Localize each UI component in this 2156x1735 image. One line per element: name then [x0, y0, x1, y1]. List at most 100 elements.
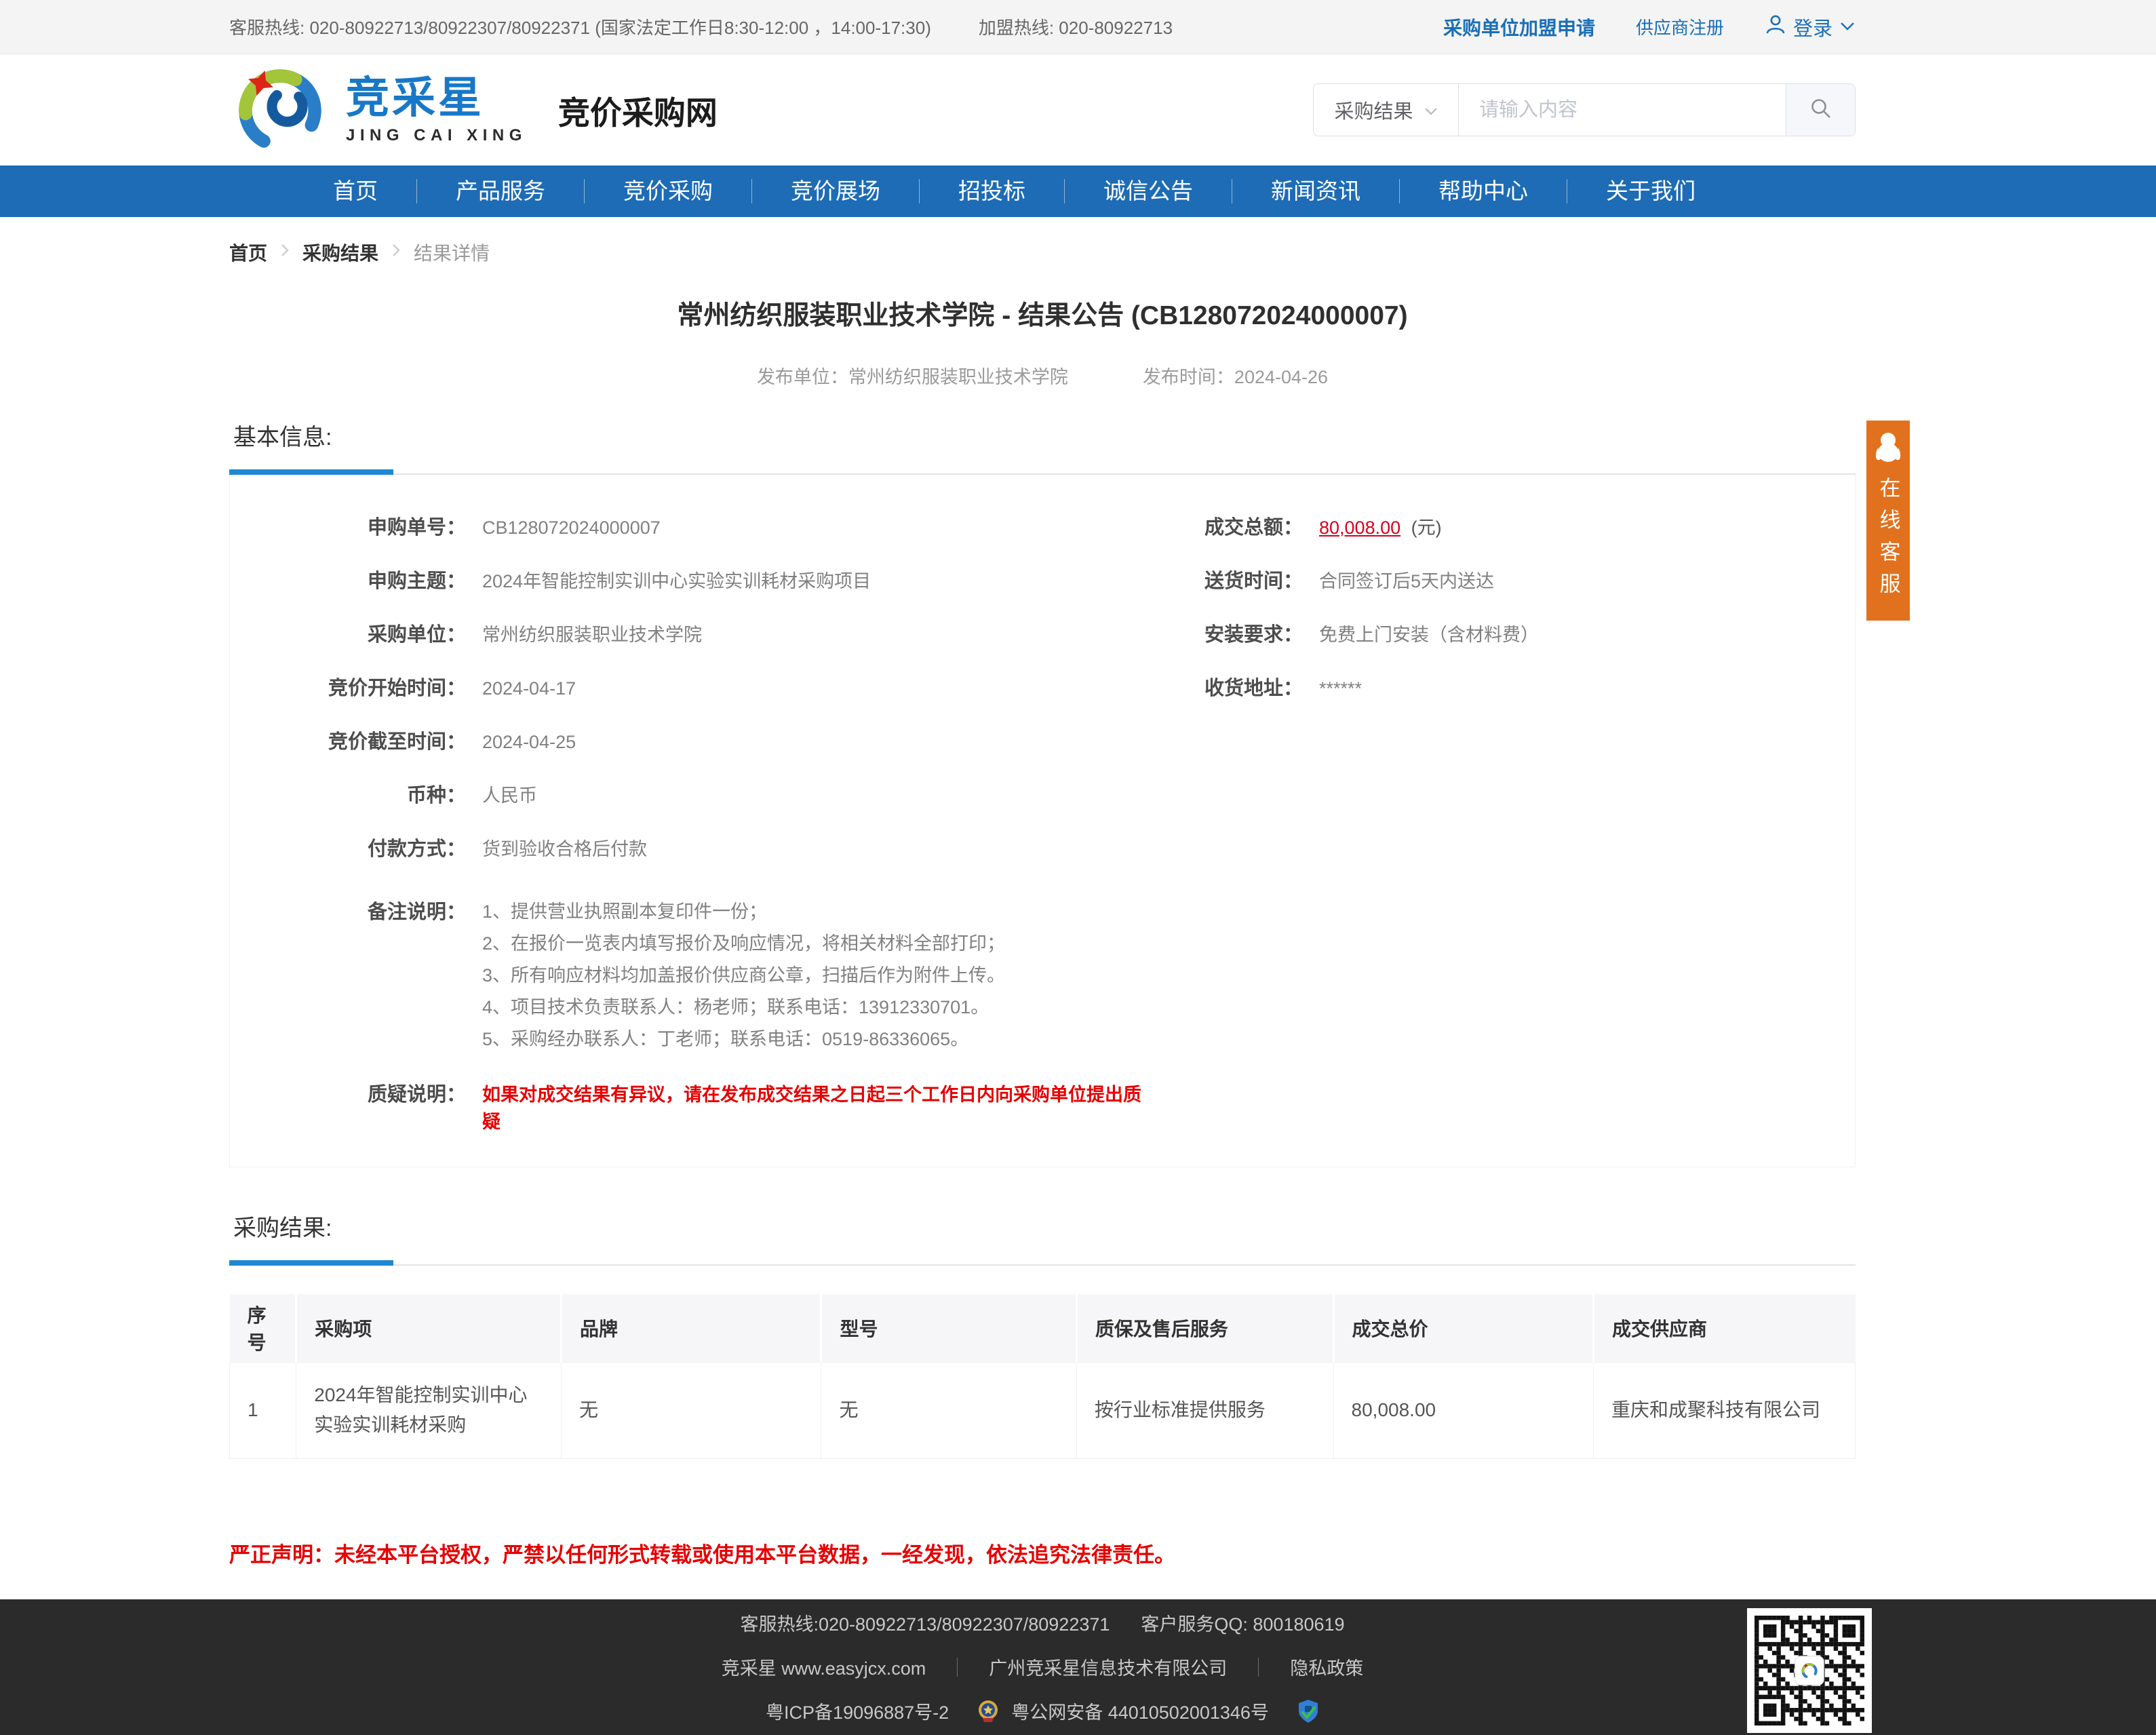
online-service-widget[interactable]: 在线客服: [1866, 421, 1910, 621]
field-value: ******: [1303, 675, 1362, 702]
cell-index: 1: [230, 1362, 296, 1458]
col-index: 序号: [230, 1294, 296, 1362]
field-label: 成交总额：: [1152, 514, 1303, 541]
nav-item-bidding[interactable]: 竞价采购: [585, 165, 751, 217]
field-label: 备注说明：: [230, 899, 466, 926]
basic-info-section: 基本信息: 申购单号： CB128072024000007 申购主题： 2024…: [229, 418, 1856, 1167]
login-label: 登录: [1793, 13, 1832, 41]
col-supplier: 成交供应商: [1594, 1294, 1856, 1362]
field-label: 竞价开始时间：: [230, 675, 466, 702]
breadcrumb-home[interactable]: 首页: [229, 239, 267, 266]
remark-line: 1、提供营业执照副本复印件一份；: [482, 899, 1005, 924]
nav-item-products[interactable]: 产品服务: [417, 165, 584, 217]
chevron-down-icon: [1424, 99, 1438, 121]
logo-en-text: JING CAI XING: [346, 128, 527, 144]
breadcrumb-current: 结果详情: [414, 239, 490, 266]
basic-info-heading: 基本信息:: [233, 418, 1856, 452]
nav-item-about[interactable]: 关于我们: [1567, 165, 1734, 217]
field-currency: 币种： 人民币: [230, 782, 1152, 836]
cell-brand: 无: [561, 1362, 821, 1458]
result-heading: 采购结果:: [233, 1209, 1856, 1243]
page-title: 常州纺织服装职业技术学院 - 结果公告 (CB128072024000007): [229, 294, 1856, 332]
publisher-text: 发布单位：常州纺织服装职业技术学院: [757, 362, 1068, 389]
field-end-time: 竞价截至时间： 2024-04-25: [230, 728, 1152, 782]
remark-line: 5、采购经办联系人：丁老师；联系电话：0519-86336065。: [482, 1026, 1005, 1052]
field-address: 收货地址： ******: [1152, 675, 1855, 728]
field-dispute: 质疑说明： 如果对成交结果有异议，请在发布成交结果之日起三个工作日内向采购单位提…: [230, 1081, 1152, 1135]
field-install: 安装要求： 免费上门安装（含材料费）: [1152, 621, 1855, 675]
search-icon: [1809, 96, 1833, 124]
join-hotline-text: 加盟热线: 020-80922713: [979, 14, 1173, 39]
nav-item-news[interactable]: 新闻资讯: [1232, 165, 1399, 217]
field-label: 收货地址：: [1152, 675, 1303, 702]
field-purchaser: 采购单位： 常州纺织服装职业技术学院: [230, 621, 1152, 675]
field-delivery-time: 送货时间： 合同签订后5天内送达: [1152, 568, 1855, 621]
field-value: 2024年智能控制实训中心实验实训耗材采购项目: [466, 568, 871, 595]
supplier-register-link[interactable]: 供应商注册: [1636, 14, 1724, 39]
footer-divider: [1258, 1658, 1259, 1677]
footer-privacy-link[interactable]: 隐私政策: [1290, 1654, 1363, 1680]
result-section: 采购结果: 序号 采购项 品牌 型号 质保及售后服务 成交总价 成交供应商: [229, 1209, 1856, 1459]
table-header-row: 序号 采购项 品牌 型号 质保及售后服务 成交总价 成交供应商: [230, 1294, 1856, 1362]
search-bar: 采购结果: [1313, 83, 1856, 136]
cell-item: 2024年智能控制实训中心实验实训耗材采购: [296, 1362, 562, 1458]
qr-code: [1747, 1608, 1872, 1733]
nav-item-help[interactable]: 帮助中心: [1400, 165, 1567, 217]
cell-total-price: 80,008.00: [1333, 1362, 1594, 1458]
nav-item-tender[interactable]: 招投标: [920, 165, 1064, 217]
purchaser-apply-link[interactable]: 采购单位加盟申请: [1443, 14, 1595, 41]
qq-penguin-icon: [1873, 431, 1903, 467]
field-label: 送货时间：: [1152, 568, 1303, 595]
cell-supplier: 重庆和成聚科技有限公司: [1594, 1362, 1856, 1458]
breadcrumb-results[interactable]: 采购结果: [302, 239, 378, 266]
cell-warranty: 按行业标准提供服务: [1076, 1362, 1333, 1458]
field-label: 质疑说明：: [230, 1081, 466, 1108]
main-content: 首页 采购结果 结果详情 常州纺织服装职业技术学院 - 结果公告 (CB1280…: [229, 239, 1856, 1568]
field-payment: 付款方式： 货到验收合格后付款: [230, 836, 1152, 889]
top-bar: 客服热线: 020-80922713/80922307/80922371 (国家…: [0, 0, 2156, 54]
site-header: 竞采星 JING CAI XING 竞价采购网 采购结果: [0, 54, 2156, 165]
chevron-right-icon: [279, 241, 290, 263]
search-category-label: 采购结果: [1334, 96, 1413, 124]
col-item: 采购项: [296, 1294, 562, 1362]
footer-icp: 粤ICP备19096887号-2: [766, 1698, 949, 1724]
nav-item-home[interactable]: 首页: [294, 165, 416, 217]
legal-statement: 严正声明：未经本平台授权，严禁以任何形式转载或使用本平台数据，一经发现，依法追究…: [229, 1538, 1856, 1568]
section-rule: [229, 1260, 1856, 1266]
nav-item-exhibition[interactable]: 竞价展场: [752, 165, 919, 217]
field-value: 合同签订后5天内送达: [1303, 568, 1494, 595]
nav-item-integrity[interactable]: 诚信公告: [1065, 165, 1232, 217]
field-total-amount: 成交总额： 80,008.00 (元): [1152, 514, 1855, 568]
site-name: 竞价采购网: [558, 87, 718, 134]
deal-amount-link[interactable]: 80,008.00: [1319, 518, 1400, 538]
field-value: 免费上门安装（含材料费）: [1303, 621, 1539, 648]
field-start-time: 竞价开始时间： 2024-04-17: [230, 675, 1152, 728]
field-label: 采购单位：: [230, 621, 466, 648]
dispute-text: 如果对成交结果有异议，请在发布成交结果之日起三个工作日内向采购单位提出质疑: [466, 1081, 1152, 1135]
field-order-no: 申购单号： CB128072024000007: [230, 514, 1152, 568]
login-button[interactable]: 登录: [1765, 13, 1856, 41]
result-table: 序号 采购项 品牌 型号 质保及售后服务 成交总价 成交供应商 1 2024年智…: [229, 1294, 1856, 1459]
remark-lines: 1、提供营业执照副本复印件一份； 2、在报价一览表内填写报价及响应情况，将相关材…: [466, 899, 1005, 1058]
field-label: 安装要求：: [1152, 621, 1303, 648]
table-row: 1 2024年智能控制实训中心实验实训耗材采购 无 无 按行业标准提供服务 80…: [230, 1362, 1856, 1458]
site-logo[interactable]: 竞采星 JING CAI XING: [229, 58, 527, 163]
footer-police: 粤公网安备 44010502001346号: [1011, 1698, 1269, 1724]
cell-model: 无: [821, 1362, 1076, 1458]
service-hotline-text: 客服热线: 020-80922713/80922307/80922371 (国家…: [229, 14, 931, 39]
footer-hotline: 客服热线:020-80922713/80922307/80922371: [740, 1610, 1110, 1636]
search-input[interactable]: [1459, 84, 1786, 136]
remark-line: 2、在报价一览表内填写报价及响应情况，将相关材料全部打印；: [482, 931, 1005, 956]
basic-info-panel: 申购单号： CB128072024000007 申购主题： 2024年智能控制实…: [229, 475, 1856, 1167]
field-remarks: 备注说明： 1、提供营业执照副本复印件一份； 2、在报价一览表内填写报价及响应情…: [230, 899, 1152, 1058]
search-button[interactable]: [1786, 84, 1855, 136]
logo-swirl-icon: [229, 58, 331, 163]
col-model: 型号: [821, 1294, 1076, 1362]
search-category-select[interactable]: 采购结果: [1314, 84, 1459, 136]
remark-line: 3、所有响应材料均加盖报价供应商公章，扫描后作为附件上传。: [482, 962, 1005, 988]
security-shield-icon: [1297, 1699, 1319, 1723]
amount-unit: (元): [1411, 518, 1442, 538]
footer-site-link[interactable]: 竞采星 www.easyjcx.com: [722, 1654, 926, 1680]
field-subject: 申购主题： 2024年智能控制实训中心实验实训耗材采购项目: [230, 568, 1152, 621]
footer-company-link[interactable]: 广州竞采星信息技术有限公司: [989, 1654, 1227, 1680]
